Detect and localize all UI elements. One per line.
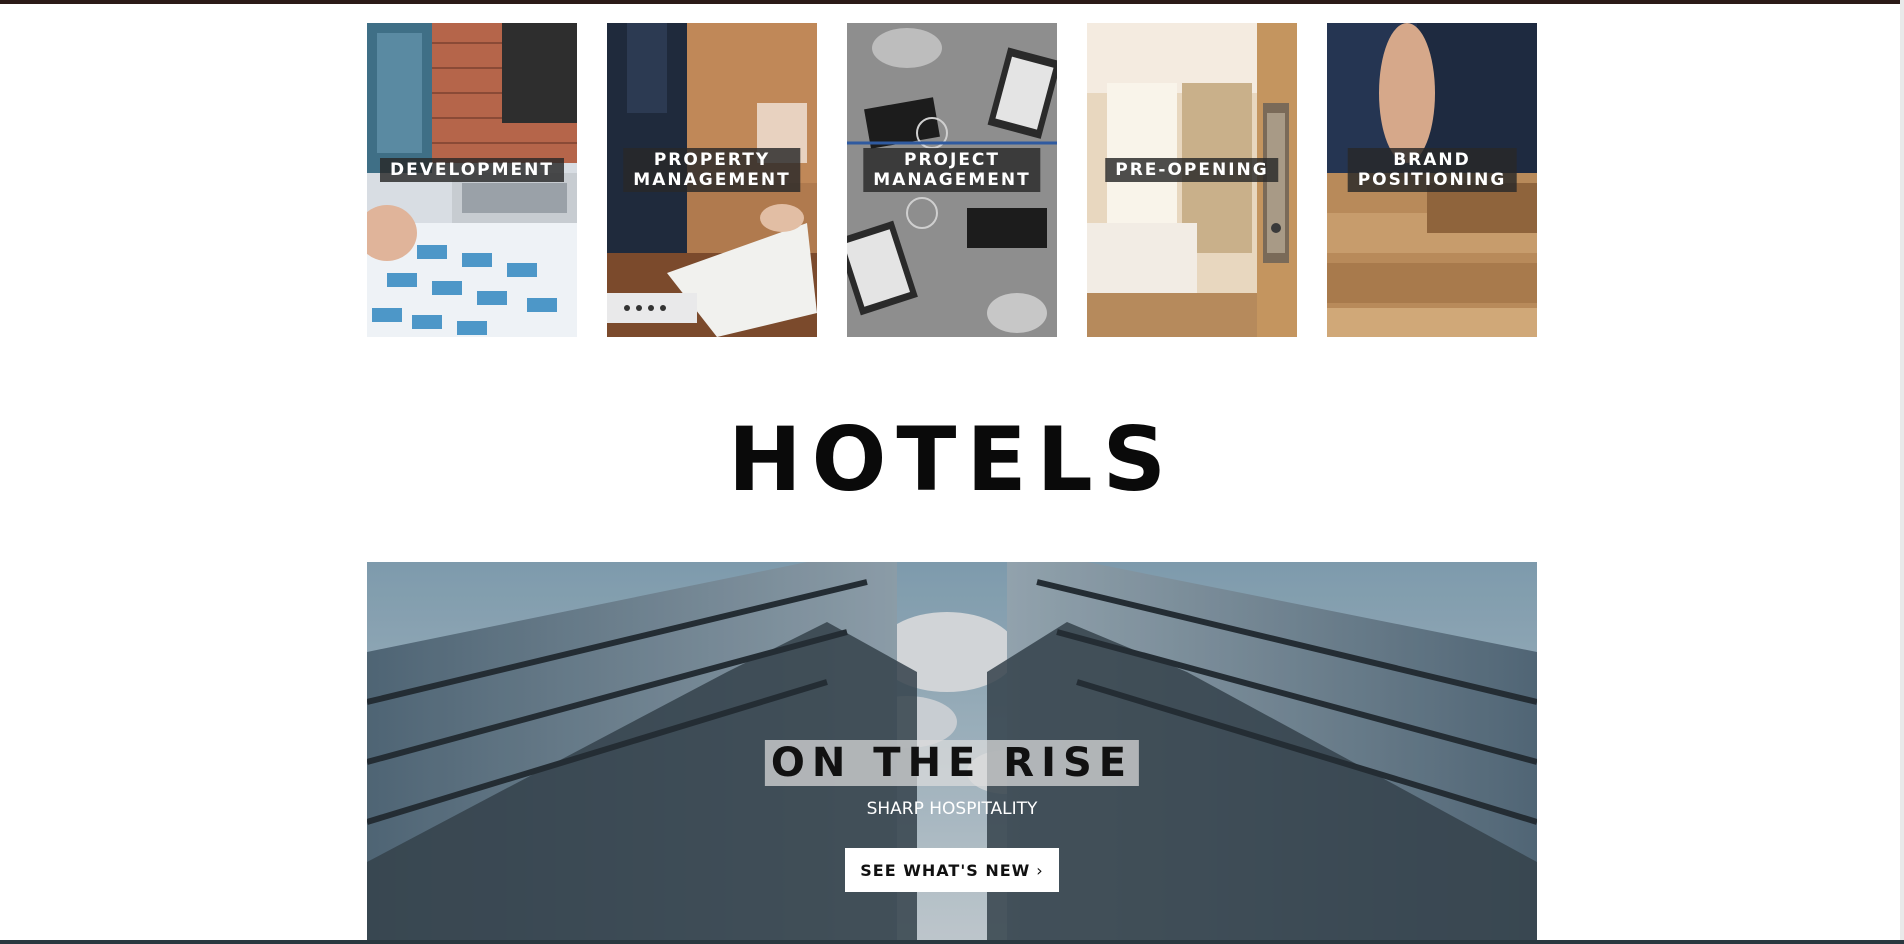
service-label-brand-positioning: BRAND POSITIONING [1347, 148, 1517, 192]
scrollbar-track[interactable] [1900, 0, 1904, 944]
section-title: HOTELS [727, 408, 1177, 511]
hero-subtitle: SHARP HOSPITALITY [866, 799, 1038, 819]
service-tile-property-management[interactable]: PROPERTY MANAGEMENT [607, 23, 817, 337]
service-tile-brand-positioning[interactable]: BRAND POSITIONING [1327, 23, 1537, 337]
hero-title: ON THE RISE [764, 740, 1140, 786]
service-label-development: DEVELOPMENT [380, 158, 564, 182]
service-label-pre-opening: PRE-OPENING [1105, 158, 1279, 182]
page: DEVELOPMENT PROPERTY MANAGEMENT PROJECT … [0, 0, 1904, 944]
service-label-property-management: PROPERTY MANAGEMENT [623, 148, 801, 192]
see-whats-new-label: SEE WHAT'S NEW [860, 860, 1031, 880]
service-tile-project-management[interactable]: PROJECT MANAGEMENT [847, 23, 1057, 337]
bottom-bar [0, 940, 1904, 944]
top-bar [0, 0, 1904, 4]
service-label-project-management: PROJECT MANAGEMENT [863, 148, 1041, 192]
see-whats-new-button[interactable]: SEE WHAT'S NEW › [845, 848, 1059, 892]
service-tile-development[interactable]: DEVELOPMENT [367, 23, 577, 337]
chevron-right-icon: › [1036, 860, 1044, 880]
services-grid: DEVELOPMENT PROPERTY MANAGEMENT PROJECT … [367, 23, 1537, 337]
service-tile-pre-opening[interactable]: PRE-OPENING [1087, 23, 1297, 337]
hero-banner: ON THE RISE SHARP HOSPITALITY SEE WHAT'S… [367, 562, 1537, 944]
